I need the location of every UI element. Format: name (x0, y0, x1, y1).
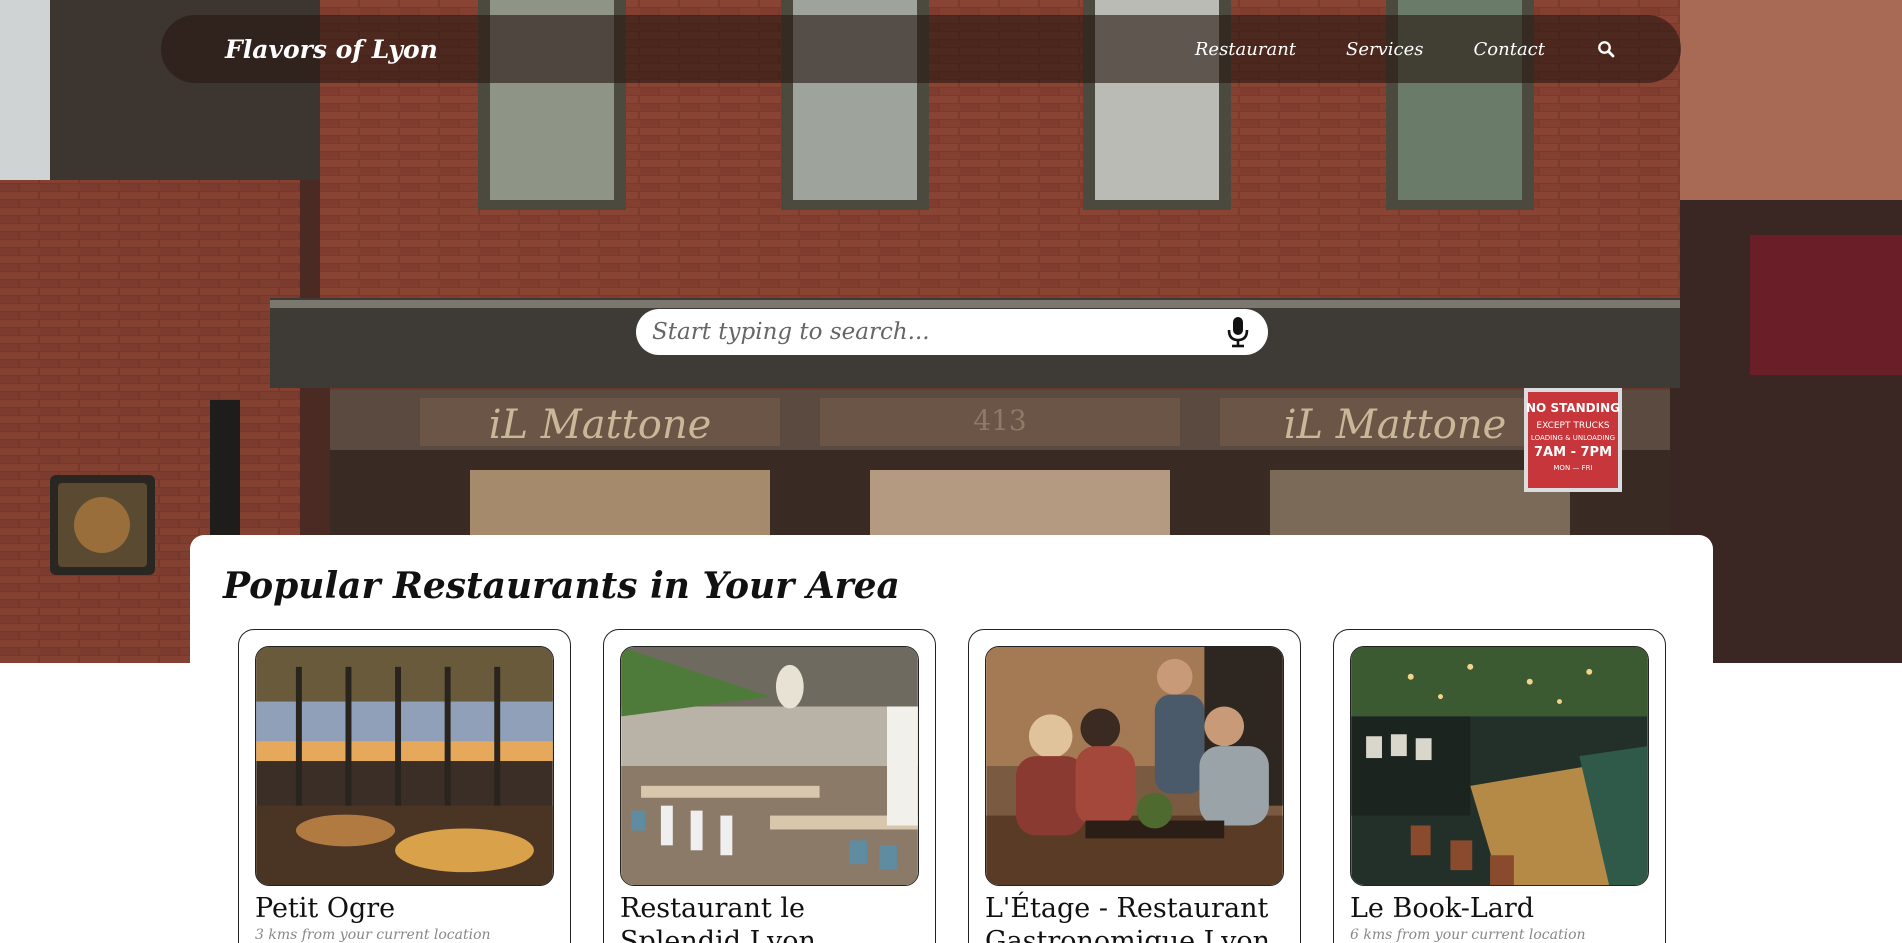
section-title: Popular Restaurants in Your Area (223, 565, 900, 607)
sign-line-4: 7AM - 7PM (1534, 445, 1612, 460)
restaurant-card[interactable]: Restaurant le Splendid Lyon (603, 629, 936, 943)
restaurant-photo (985, 646, 1284, 886)
microphone-icon[interactable] (1224, 315, 1252, 349)
sign-right-text: iL Mattone (1284, 402, 1507, 448)
restaurant-name: L'Étage - Restaurant Gastronomique Lyon (985, 893, 1271, 943)
sign-center-text: 413 (973, 404, 1026, 437)
restaurant-photo (255, 646, 554, 886)
restaurant-distance: 6 kms from your current location (1350, 927, 1586, 943)
nav-link-contact[interactable]: Contact (1474, 39, 1545, 60)
restaurant-name: Le Book-Lard (1350, 893, 1535, 924)
search-input[interactable] (652, 319, 1224, 345)
restaurant-cards: Petit Ogre 3 kms from your current locat… (238, 629, 1666, 943)
top-navbar: Flavors of Lyon Restaurant Services Cont… (161, 15, 1681, 83)
restaurant-name: Restaurant le Splendid Lyon (620, 893, 816, 943)
sign-line-2: EXCEPT TRUCKS (1536, 421, 1609, 431)
nav-links: Restaurant Services Contact (1195, 38, 1617, 60)
search-icon[interactable] (1595, 38, 1617, 60)
nav-link-restaurant[interactable]: Restaurant (1195, 39, 1296, 60)
popular-restaurants-section: Popular Restaurants in Your Area Petit O… (190, 535, 1713, 943)
sign-left-text: iL Mattone (489, 402, 712, 448)
sign-line-3: LOADING & UNLOADING (1531, 434, 1615, 442)
brand-logo[interactable]: Flavors of Lyon (225, 35, 438, 64)
restaurant-card[interactable]: L'Étage - Restaurant Gastronomique Lyon (968, 629, 1301, 943)
restaurant-photo (1350, 646, 1649, 886)
restaurant-card[interactable]: Petit Ogre 3 kms from your current locat… (238, 629, 571, 943)
sign-line-1: NO STANDING (1526, 401, 1620, 415)
sign-line-5: MON — FRI (1553, 464, 1592, 472)
restaurant-photo (620, 646, 919, 886)
search-bar (636, 309, 1268, 355)
restaurant-distance: 3 kms from your current location (255, 927, 491, 943)
restaurant-name: Petit Ogre (255, 893, 396, 924)
nav-link-services[interactable]: Services (1346, 39, 1423, 60)
restaurant-card[interactable]: Le Book-Lard 6 kms from your current loc… (1333, 629, 1666, 943)
